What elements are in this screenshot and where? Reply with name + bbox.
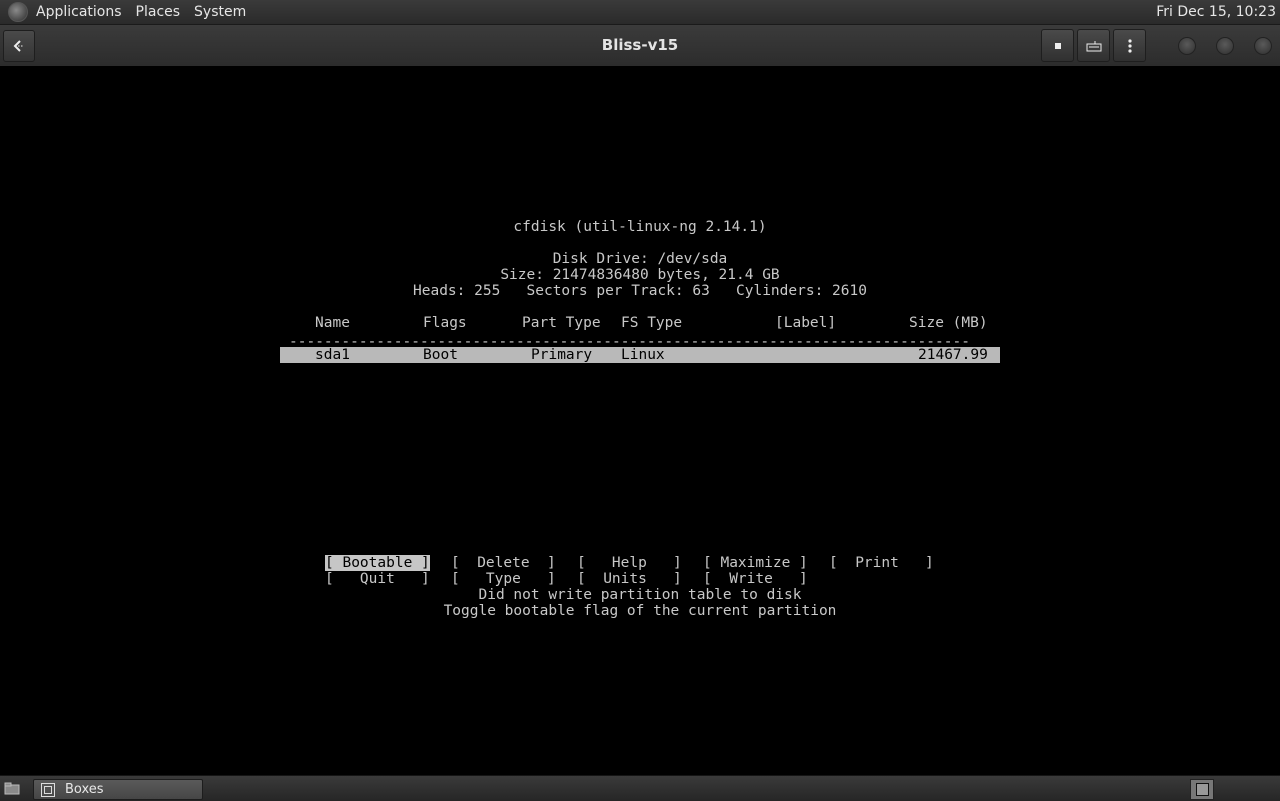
menu-delete[interactable]: [ Delete ] <box>451 555 556 571</box>
disk-drive-line: Disk Drive: /dev/sda <box>552 251 728 267</box>
column-header-size: Size (MB) <box>909 315 988 331</box>
vm-display[interactable]: cfdisk (util-linux-ng 2.14.1) Disk Drive… <box>0 66 1280 774</box>
status-message: Did not write partition table to disk <box>478 587 802 603</box>
menu-quit[interactable]: [ Quit ] <box>325 571 430 587</box>
column-header-name: Name <box>315 315 350 331</box>
more-options-icon <box>1127 38 1132 53</box>
disk-size-line: Size: 21474836480 bytes, 21.4 GB <box>500 267 780 283</box>
partition-name: sda1 <box>315 347 350 363</box>
stop-button[interactable] <box>1041 29 1074 62</box>
menu-applications[interactable]: Applications <box>36 4 122 20</box>
minimize-window-button[interactable] <box>1178 37 1196 55</box>
workspace-switcher-icon <box>1195 783 1209 796</box>
close-window-button[interactable] <box>1254 37 1272 55</box>
program-title: cfdisk (util-linux-ng 2.14.1) <box>513 219 767 235</box>
distro-logo-icon[interactable] <box>8 2 28 22</box>
taskbar-item-label: Boxes <box>65 782 104 797</box>
bottom-panel: Boxes <box>0 775 1280 801</box>
partition-fs-type: Linux <box>621 347 665 363</box>
show-desktop-icon <box>4 782 20 794</box>
more-options-button[interactable] <box>1113 29 1146 62</box>
stop-icon <box>1054 42 1061 49</box>
keyboard-button[interactable] <box>1077 29 1110 62</box>
menu-type[interactable]: [ Type ] <box>451 571 556 587</box>
workspace-switcher[interactable] <box>1190 779 1214 800</box>
column-header-fs-type: FS Type <box>621 315 683 331</box>
menu-bootable[interactable]: [ Bootable ] <box>325 555 430 571</box>
disk-geometry-line: Heads: 255 Sectors per Track: 63 Cylinde… <box>413 283 867 299</box>
taskbar-item-boxes[interactable]: Boxes <box>33 779 203 800</box>
maximize-window-button[interactable] <box>1216 37 1234 55</box>
column-header-label: [Label] <box>775 315 837 331</box>
menu-write[interactable]: [ Write ] <box>703 571 808 587</box>
help-message: Toggle bootable flag of the current part… <box>443 603 837 619</box>
table-row[interactable]: sda1 Boot Primary Linux 21467.99 <box>280 347 1000 363</box>
partition-flags: Boot <box>423 347 458 363</box>
show-desktop-button[interactable] <box>2 780 22 796</box>
menu-units[interactable]: [ Units ] <box>577 571 682 587</box>
partition-size: 21467.99 <box>918 347 988 363</box>
menu-maximize[interactable]: [ Maximize ] <box>703 555 808 571</box>
column-header-flags: Flags <box>423 315 467 331</box>
partition-type: Primary <box>531 347 593 363</box>
menu-print[interactable]: [ Print ] <box>829 555 934 571</box>
menu-places[interactable]: Places <box>136 4 181 20</box>
top-panel: Applications Places System Fri Dec 15, 1… <box>0 0 1280 25</box>
panel-clock[interactable]: Fri Dec 15, 10:23 <box>1156 4 1276 20</box>
header-bar: Bliss-v15 <box>0 25 1280 67</box>
boxes-app-icon <box>41 782 55 797</box>
keyboard-icon <box>1086 40 1101 51</box>
column-header-part-type: Part Type <box>522 315 601 331</box>
menu-system[interactable]: System <box>194 4 246 20</box>
menu-help[interactable]: [ Help ] <box>577 555 682 571</box>
